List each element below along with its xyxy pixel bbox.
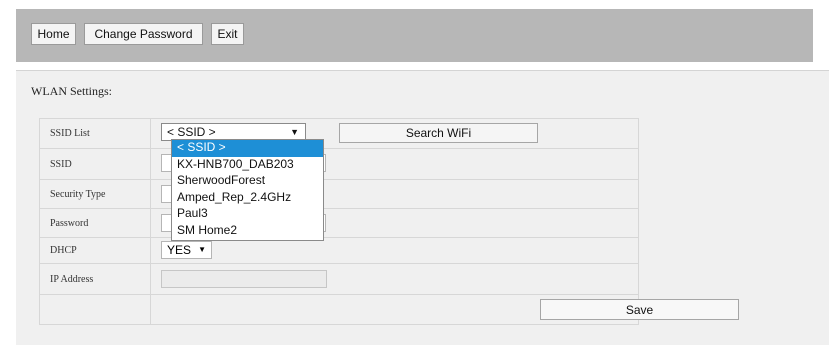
dhcp-label: DHCP: [39, 237, 151, 264]
ssid-row: SSID: [39, 148, 639, 180]
ssid-list-row: SSID List < SSID > ▼ Search WiFi: [39, 118, 639, 149]
chevron-down-icon: ▼: [198, 245, 206, 254]
wlan-settings-table: SSID List < SSID > ▼ Search WiFi SSID Se…: [39, 118, 739, 325]
top-nav-bar: Home Change Password Exit: [16, 9, 813, 62]
exit-button[interactable]: Exit: [211, 23, 244, 45]
ssid-option[interactable]: Paul3: [172, 206, 323, 223]
home-button[interactable]: Home: [31, 23, 76, 45]
dhcp-row: DHCP YES ▼: [39, 237, 639, 264]
security-type-label: Security Type: [39, 179, 151, 209]
ssid-list-selected-value: < SSID >: [167, 125, 216, 139]
ssid-option[interactable]: Amped_Rep_2.4GHz: [172, 190, 323, 207]
password-label: Password: [39, 208, 151, 238]
security-type-row: Security Type: [39, 179, 639, 209]
dhcp-select[interactable]: YES ▼: [161, 241, 212, 259]
ip-address-input: [161, 270, 327, 288]
ssid-option[interactable]: < SSID >: [172, 140, 323, 157]
section-title: WLAN Settings:: [31, 84, 112, 98]
ssid-label: SSID: [39, 148, 151, 180]
ssid-option[interactable]: SM Home2: [172, 223, 323, 240]
save-row: Save: [39, 294, 739, 325]
save-button[interactable]: Save: [540, 299, 739, 320]
ip-address-row: IP Address: [39, 263, 639, 295]
ssid-dropdown-list: < SSID > KX-HNB700_DAB203 SherwoodForest Am…: [171, 139, 324, 241]
change-password-button[interactable]: Change Password: [84, 23, 203, 45]
ip-address-label: IP Address: [39, 263, 151, 295]
password-row: Password: [39, 208, 639, 238]
dhcp-selected-value: YES: [167, 243, 192, 257]
ssid-list-label: SSID List: [39, 118, 151, 149]
chevron-down-icon: ▼: [290, 127, 299, 137]
search-wifi-button[interactable]: Search WiFi: [339, 123, 538, 143]
ssid-option[interactable]: KX-HNB700_DAB203: [172, 157, 323, 174]
ssid-option[interactable]: SherwoodForest: [172, 173, 323, 190]
